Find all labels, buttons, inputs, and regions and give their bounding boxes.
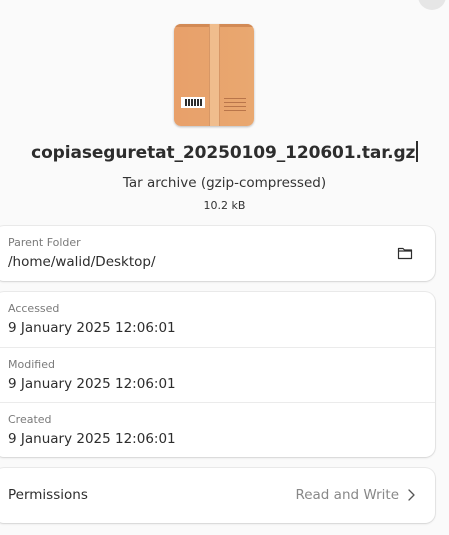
parent-folder-row: Parent Folder /home/walid/Desktop/ (0, 226, 435, 281)
accessed-value: 9 January 2025 12:06:01 (8, 320, 176, 336)
parent-folder-card: Parent Folder /home/walid/Desktop/ (0, 226, 435, 281)
accessed-row: Accessed 9 January 2025 12:06:01 (0, 292, 435, 347)
created-row: Created 9 January 2025 12:06:01 (0, 402, 435, 457)
file-size: 10.2 kB (203, 199, 246, 212)
permissions-card[interactable]: Permissions Read and Write (0, 468, 435, 523)
permissions-label: Permissions (8, 487, 88, 503)
created-value: 9 January 2025 12:06:01 (8, 431, 176, 447)
parent-folder-label: Parent Folder (8, 236, 81, 249)
label-lines (224, 98, 246, 114)
modified-row: Modified 9 January 2025 12:06:01 (0, 347, 435, 402)
modified-label: Modified (8, 358, 55, 371)
parent-folder-path: /home/walid/Desktop/ (8, 254, 156, 270)
file-name-text: copiaseguretat_20250109_120601.tar.gz (31, 143, 416, 163)
modified-value: 9 January 2025 12:06:01 (8, 376, 176, 392)
text-cursor (416, 141, 418, 162)
barcode-label (181, 97, 205, 108)
created-label: Created (8, 413, 52, 426)
folder-icon (397, 247, 413, 260)
package-archive-icon (174, 24, 254, 126)
permissions-value: Read and Write (295, 487, 399, 503)
open-parent-folder-button[interactable] (395, 243, 415, 263)
permissions-row[interactable]: Permissions Read and Write (0, 468, 435, 523)
dates-card: Accessed 9 January 2025 12:06:01 Modifie… (0, 292, 435, 457)
accessed-label: Accessed (8, 302, 60, 315)
file-properties-dialog: copiaseguretat_20250109_120601.tar.gz Ta… (0, 0, 449, 535)
chevron-right-icon (408, 489, 415, 501)
close-button[interactable] (418, 0, 446, 10)
file-name-field[interactable]: copiaseguretat_20250109_120601.tar.gz (0, 141, 449, 163)
file-type: Tar archive (gzip-compressed) (122, 175, 327, 191)
